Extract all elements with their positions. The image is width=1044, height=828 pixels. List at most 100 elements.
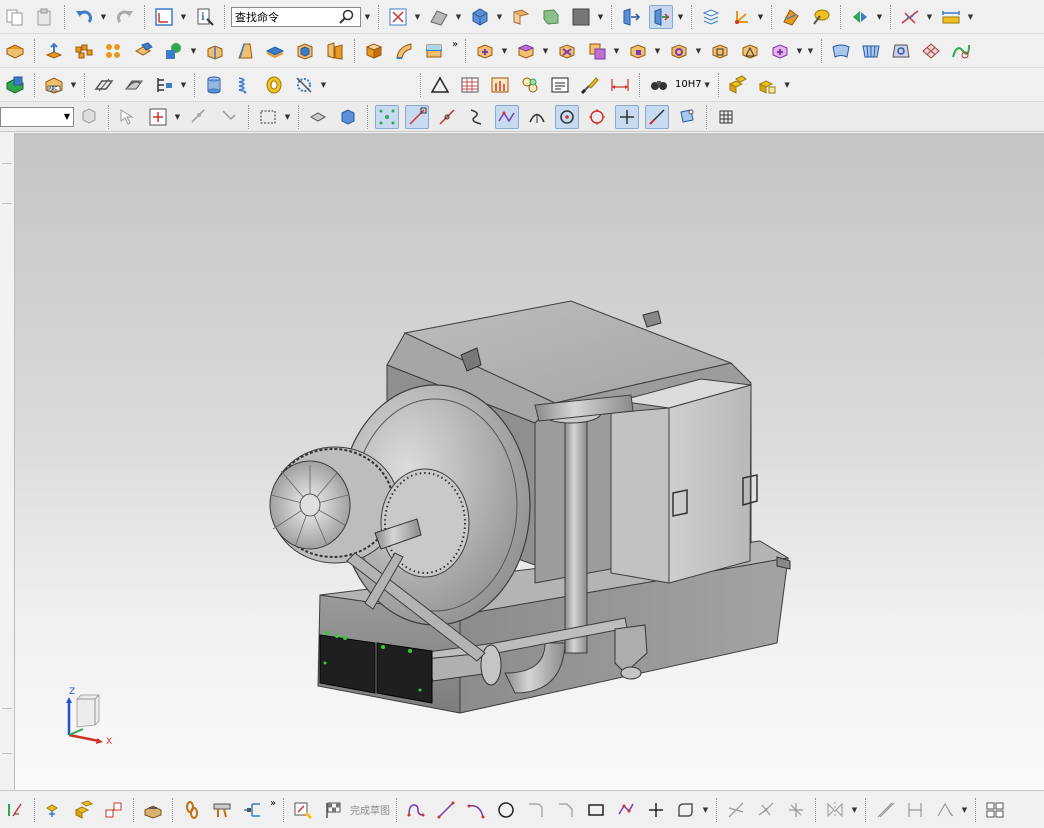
copy-icon[interactable] bbox=[3, 5, 27, 29]
snap-point-on-face-icon[interactable] bbox=[645, 104, 669, 129]
resource-bar-edge[interactable] bbox=[0, 133, 15, 790]
pull-face-dropdown[interactable]: ▼ bbox=[541, 39, 550, 63]
thicken-icon[interactable] bbox=[263, 39, 287, 63]
mesh-surface-icon[interactable] bbox=[919, 39, 943, 63]
reorder-blends-icon[interactable] bbox=[738, 39, 762, 63]
note-icon[interactable] bbox=[548, 73, 572, 97]
move-component-icon[interactable] bbox=[619, 5, 643, 29]
offset-face-icon[interactable] bbox=[203, 39, 227, 63]
add-component-icon[interactable] bbox=[72, 798, 96, 822]
clip-section-icon[interactable] bbox=[539, 5, 563, 29]
point-set-icon[interactable] bbox=[488, 73, 512, 97]
extract-geometry-icon[interactable] bbox=[3, 73, 27, 97]
paste-icon[interactable] bbox=[33, 5, 57, 29]
text-feature-dropdown[interactable]: ▼ bbox=[69, 73, 78, 97]
offset-region-icon[interactable] bbox=[626, 39, 650, 63]
engine-assembly-model[interactable] bbox=[15, 133, 1044, 790]
wcs-icon[interactable] bbox=[729, 5, 753, 29]
weld-assistant-icon[interactable] bbox=[141, 798, 165, 822]
combine-icon[interactable] bbox=[162, 39, 186, 63]
lower-flange[interactable] bbox=[480, 644, 502, 686]
features-more-dropdown[interactable]: ▼ bbox=[806, 39, 815, 63]
chamfer-icon[interactable] bbox=[554, 798, 578, 822]
control-panel-right[interactable] bbox=[376, 642, 433, 704]
fit-view-icon[interactable] bbox=[386, 5, 410, 29]
draft-icon[interactable] bbox=[233, 39, 257, 63]
point-icon[interactable] bbox=[644, 798, 668, 822]
measure-length-dropdown[interactable]: ▼ bbox=[966, 5, 975, 29]
orient-view-dropdown[interactable]: ▼ bbox=[454, 5, 463, 29]
triangle-sketch-icon[interactable] bbox=[428, 73, 452, 97]
edit-section-icon[interactable] bbox=[509, 5, 533, 29]
snap-point-icon[interactable] bbox=[187, 105, 211, 129]
offset-curve-icon[interactable] bbox=[674, 798, 698, 822]
bearing-icon[interactable] bbox=[262, 73, 286, 97]
copy-face-icon[interactable] bbox=[585, 39, 609, 63]
resize-blend-dropdown[interactable]: ▼ bbox=[694, 39, 703, 63]
layer-settings-icon[interactable] bbox=[699, 5, 723, 29]
geometric-constraint-icon[interactable] bbox=[873, 798, 897, 822]
pattern-feature-icon[interactable] bbox=[518, 73, 542, 97]
cylinder-part-icon[interactable] bbox=[202, 73, 226, 97]
circle-icon[interactable] bbox=[494, 798, 518, 822]
harness-icon[interactable] bbox=[240, 798, 264, 822]
arc-icon[interactable] bbox=[464, 798, 488, 822]
line-icon[interactable] bbox=[434, 798, 458, 822]
snap-mid-point-icon[interactable] bbox=[435, 105, 459, 129]
table-icon[interactable] bbox=[458, 73, 482, 97]
gear-icon[interactable] bbox=[292, 73, 316, 97]
hole-series-dropdown[interactable]: ▼ bbox=[179, 73, 188, 97]
assembly-constraint-icon[interactable] bbox=[649, 4, 673, 29]
type-filter-select[interactable]: ▼ bbox=[0, 106, 74, 127]
measure-dropdown[interactable]: ▼ bbox=[875, 5, 884, 29]
tolerance-fit-label[interactable]: 10H7 bbox=[675, 79, 702, 90]
group-face-dropdown[interactable]: ▼ bbox=[795, 39, 804, 63]
copy-face-dropdown[interactable]: ▼ bbox=[612, 39, 621, 63]
rapid-dimension-icon[interactable] bbox=[903, 798, 927, 822]
snap-intersection-icon[interactable] bbox=[495, 104, 519, 129]
component-select-icon[interactable] bbox=[336, 105, 360, 129]
gear-dropdown[interactable]: ▼ bbox=[319, 73, 328, 97]
split-face-icon[interactable] bbox=[122, 73, 146, 97]
undo-dropdown[interactable]: ▼ bbox=[99, 5, 108, 29]
draft-body-icon[interactable] bbox=[92, 73, 116, 97]
render-style-dropdown[interactable]: ▼ bbox=[495, 5, 504, 29]
sketch-plane-icon[interactable] bbox=[291, 798, 315, 822]
rectangle-select-icon[interactable] bbox=[256, 105, 280, 129]
display-constraints-icon[interactable] bbox=[933, 798, 957, 822]
command-search-box[interactable] bbox=[231, 6, 361, 27]
background-dropdown[interactable]: ▼ bbox=[596, 5, 605, 29]
snap-control-point-icon[interactable] bbox=[465, 105, 489, 129]
studio-surface-icon[interactable] bbox=[859, 39, 883, 63]
sweep-icon[interactable] bbox=[392, 39, 416, 63]
snap-arc-center-icon[interactable] bbox=[525, 105, 549, 129]
finish-sketch-flag-icon[interactable] bbox=[321, 798, 345, 822]
surface-analysis-icon[interactable] bbox=[779, 5, 803, 29]
group-face-icon[interactable] bbox=[768, 39, 792, 63]
brush-icon[interactable] bbox=[578, 73, 602, 97]
binoculars-icon[interactable] bbox=[647, 73, 671, 97]
mirror-curve-icon[interactable] bbox=[823, 798, 847, 822]
finish-sketch-button[interactable]: 完成草图 bbox=[350, 802, 390, 817]
sketch-toolbar-overflow-icon[interactable]: » bbox=[267, 798, 279, 822]
background-icon[interactable] bbox=[569, 5, 593, 29]
text-feature-icon[interactable]: ABC bbox=[42, 73, 66, 97]
sketch-constraint-icon[interactable] bbox=[3, 798, 27, 822]
profile-icon[interactable] bbox=[404, 798, 428, 822]
move-face-icon[interactable] bbox=[473, 39, 497, 63]
curve-analysis-icon[interactable] bbox=[949, 39, 973, 63]
assembly-constraint-dropdown[interactable]: ▼ bbox=[676, 5, 685, 29]
snap-quadrant-icon[interactable] bbox=[585, 105, 609, 129]
reuse-library-icon[interactable] bbox=[756, 73, 780, 97]
snap-end-point-icon[interactable] bbox=[405, 104, 429, 129]
mirror-curve-dropdown[interactable]: ▼ bbox=[850, 798, 859, 822]
mate-component-icon[interactable] bbox=[102, 798, 126, 822]
move-face-dropdown[interactable]: ▼ bbox=[500, 39, 509, 63]
fit-view-dropdown[interactable]: ▼ bbox=[413, 5, 422, 29]
undo-icon[interactable] bbox=[72, 5, 96, 29]
bounded-plane-icon[interactable] bbox=[889, 39, 913, 63]
snap-point-alt-icon[interactable] bbox=[217, 105, 241, 129]
draft-analysis-icon[interactable] bbox=[809, 5, 833, 29]
pull-face-icon[interactable] bbox=[514, 39, 538, 63]
trim-body-icon[interactable] bbox=[422, 39, 446, 63]
